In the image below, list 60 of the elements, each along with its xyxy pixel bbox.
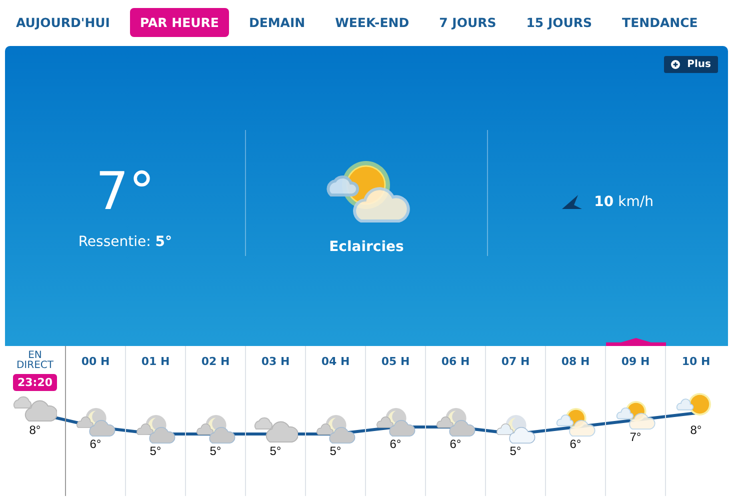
hour-label: 03 H	[261, 355, 290, 368]
wind-direction-icon	[562, 195, 582, 209]
hour-label: 05 H	[381, 355, 410, 368]
hour-label: 06 H	[441, 355, 470, 368]
hour-temperature: 7°	[630, 430, 642, 444]
hour-column[interactable]: 10 H 8°	[666, 338, 726, 496]
hour-temperature: 5°	[150, 444, 162, 458]
hour-column[interactable]: 00 H 6°	[66, 338, 126, 496]
live-label: EN DIRECT	[15, 351, 54, 371]
condition-label: Eclaircies	[329, 239, 404, 255]
hour-label: 00 H	[81, 355, 110, 368]
hour-label: 02 H	[201, 355, 230, 368]
hour-temperature: 6°	[390, 437, 402, 451]
hour-column[interactable]: 04 H 5°	[306, 338, 366, 496]
time-badge: 23:20	[13, 374, 56, 391]
hour-column[interactable]: 07 H 5°	[486, 338, 546, 496]
tab[interactable]: TENDANCE	[612, 8, 708, 36]
hour-temperature: 5°	[510, 444, 522, 458]
more-button[interactable]: Plus	[664, 56, 718, 73]
hour-column[interactable]: 03 H 5°	[246, 338, 306, 496]
feels-like-text: Ressentie: 5°	[78, 234, 172, 250]
moon-cloud-icon	[74, 407, 118, 437]
moon-cloud-icon	[134, 414, 178, 444]
moon-cloud-icon	[494, 414, 538, 444]
current-temperature: 7°	[96, 164, 155, 220]
sun-cloud-icon	[554, 407, 598, 437]
hour-label: 07 H	[501, 355, 530, 368]
tab[interactable]: PAR HEURE	[130, 8, 229, 36]
tab[interactable]: WEEK-END	[325, 8, 420, 36]
hour-temperature: 5°	[330, 444, 342, 458]
hour-label: 09 H	[621, 355, 650, 368]
hour-temperature: 5°	[270, 444, 282, 458]
hour-temperature: 6°	[570, 437, 582, 451]
hour-label: 10 H	[682, 355, 710, 368]
hour-temperature: 6°	[450, 437, 462, 451]
hour-temperature: 6°	[90, 437, 102, 451]
plus-icon	[671, 60, 680, 69]
hour-label: 08 H	[561, 355, 590, 368]
hour-temperature: 8°	[29, 423, 41, 437]
hour-label: 01 H	[141, 355, 170, 368]
hour-temperature: 8°	[690, 423, 702, 437]
moon-cloud-icon	[194, 414, 238, 444]
hour-temperature: 5°	[210, 444, 222, 458]
tab[interactable]: AUJOURD'HUI	[6, 8, 120, 36]
sun-cloud-icon	[614, 400, 658, 430]
hour-column[interactable]: EN DIRECT 23:20 8°	[5, 338, 66, 496]
tab[interactable]: DEMAIN	[238, 8, 316, 36]
hour-column[interactable]: 08 H 6°	[546, 338, 606, 496]
tab[interactable]: 15 JOURS	[516, 8, 602, 36]
moon-cloud-icon	[374, 407, 418, 437]
hour-column[interactable]: 06 H 6°	[426, 338, 486, 496]
hour-column[interactable]: 09 H 7°	[606, 338, 666, 496]
wind-speed: 10 km/h	[594, 194, 654, 210]
hour-column[interactable]: 02 H 5°	[186, 338, 246, 496]
hour-label: 04 H	[321, 355, 350, 368]
hour-column[interactable]: 05 H 6°	[366, 338, 426, 496]
moon-cloud-icon	[314, 414, 358, 444]
tab[interactable]: 7 JOURS	[429, 8, 506, 36]
hour-column[interactable]: 01 H 5°	[126, 338, 186, 496]
moon-cloud-icon	[434, 407, 478, 437]
